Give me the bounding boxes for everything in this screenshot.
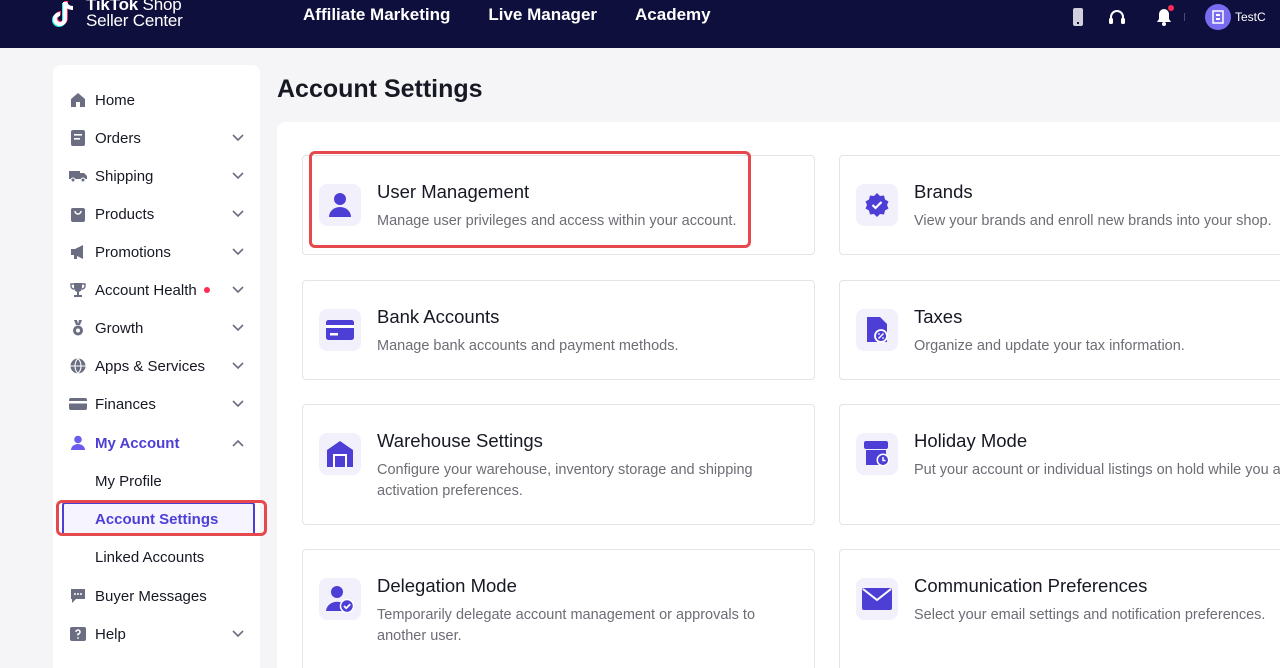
chevron-down-icon [231,321,245,335]
sidebar-item-account-health[interactable]: Account Health [53,271,260,309]
sidebar-item-label: Finances [95,395,156,413]
sidebar-navigation: Home Orders Shipping Products Promotions… [53,65,260,668]
sidebar-item-label: Home [95,91,136,109]
card-brands[interactable]: Brands View your brands and enroll new b… [839,155,1280,255]
sidebar-item-apps-services[interactable]: Apps & Services [53,347,260,385]
nav-live-manager[interactable]: Live Manager [488,5,597,25]
card-warehouse-settings[interactable]: Warehouse Settings Configure your wareho… [302,404,815,525]
truck-icon [69,167,87,185]
help-icon [69,625,87,643]
sidebar-item-label: Shipping [95,167,154,185]
sidebar-item-label: Buyer Messages [95,587,207,605]
envelope-icon [856,578,898,620]
user-name[interactable]: TestC [1235,10,1266,24]
sidebar-item-orders[interactable]: Orders [53,119,260,157]
tiktok-logo-icon [52,0,82,30]
highlight-annotation-card [309,151,751,248]
card-holiday-mode[interactable]: Holiday Mode Put your account or individ… [839,404,1280,525]
sidebar-item-label: Account Health [95,281,197,299]
sidebar-item-my-account[interactable]: My Account [53,424,260,462]
card-title: Delegation Mode [377,575,517,596]
top-navigation-bar: TikTok Shop Seller Center Affiliate Mark… [0,0,1280,48]
sidebar-item-label: Growth [95,319,144,337]
card-description: Select your email settings and notificat… [914,607,1266,623]
chevron-down-icon [231,397,245,411]
sidebar-item-promotions[interactable]: Promotions [53,233,260,271]
sidebar-item-label: My Account [95,434,180,452]
notification-bell-icon[interactable] [1152,5,1176,29]
message-icon [69,587,87,605]
sidebar-item-growth[interactable]: Growth [53,309,260,347]
card-icon [69,395,87,413]
sidebar-subitem-label: My Profile [95,472,162,490]
card-description: Put your account or individual listings … [914,462,1280,478]
logo-subtitle: Seller Center [86,11,183,30]
sidebar-item-label: Orders [95,129,141,147]
bank-card-icon [319,309,361,351]
card-title: Holiday Mode [914,430,1028,451]
sidebar-item-help[interactable]: Help [53,615,260,653]
sidebar-subitem-linked-accounts[interactable]: Linked Accounts [53,538,260,576]
sidebar-item-label: Promotions [95,243,171,261]
chevron-down-icon [231,283,245,297]
sidebar-subitem-label: Linked Accounts [95,548,205,566]
nav-affiliate-marketing[interactable]: Affiliate Marketing [303,5,450,25]
page-title: Account Settings [277,75,483,103]
card-description: Configure your warehouse, inventory stor… [377,462,753,499]
card-title: Taxes [914,306,963,327]
chevron-down-icon [231,131,245,145]
user-avatar[interactable] [1205,4,1231,30]
sidebar-subitem-my-profile[interactable]: My Profile [53,462,260,500]
card-description: View your brands and enroll new brands i… [914,213,1272,229]
chevron-down-icon [231,245,245,259]
alert-dot [204,287,210,293]
card-title: Communication Preferences [914,575,1148,596]
sidebar-item-label: Apps & Services [95,357,206,375]
card-communication-preferences[interactable]: Communication Preferences Select your em… [839,549,1280,668]
sidebar-item-buyer-messages[interactable]: Buyer Messages [53,577,260,615]
card-title: Brands [914,181,973,202]
card-delegation-mode[interactable]: Delegation Mode Temporarily delegate acc… [302,549,815,668]
notification-dot [1168,5,1174,11]
sidebar-item-home[interactable]: Home [53,81,260,119]
card-taxes[interactable]: Taxes Organize and update your tax infor… [839,280,1280,380]
mobile-phone-icon[interactable] [1066,5,1090,29]
orders-icon [69,129,87,147]
card-description: Manage bank accounts and payment methods… [377,338,679,354]
nav-academy[interactable]: Academy [635,5,711,25]
card-description: Organize and update your tax information… [914,338,1185,354]
megaphone-icon [69,243,87,261]
home-icon [69,91,87,109]
sidebar-item-products[interactable]: Products [53,195,260,233]
trophy-icon [69,281,87,299]
tax-document-icon [856,309,898,351]
chevron-down-icon [231,207,245,221]
card-description: Temporarily delegate account management … [377,607,756,644]
chevron-down-icon [231,359,245,373]
chevron-down-icon [231,627,245,641]
user-icon [69,434,87,452]
bag-icon [69,205,87,223]
sidebar-item-label: Products [95,205,155,223]
globe-icon [69,357,87,375]
nav-divider [1184,13,1185,21]
headset-support-icon[interactable] [1105,5,1129,29]
card-title: Bank Accounts [377,306,500,327]
warehouse-icon [319,433,361,475]
sidebar-item-label: Help [95,625,126,643]
sidebar-item-shipping[interactable]: Shipping [53,157,260,195]
store-clock-icon [856,433,898,475]
sidebar-item-finances[interactable]: Finances [53,385,260,423]
card-title: Warehouse Settings [377,430,543,451]
highlight-annotation-sidebar [56,500,267,536]
chevron-up-icon [231,436,245,450]
tiktok-shop-logo[interactable]: TikTok Shop Seller Center [52,0,183,30]
user-check-icon [319,578,361,620]
card-bank-accounts[interactable]: Bank Accounts Manage bank accounts and p… [302,280,815,380]
verified-badge-icon [856,184,898,226]
chevron-down-icon [231,169,245,183]
medal-icon [69,319,87,337]
